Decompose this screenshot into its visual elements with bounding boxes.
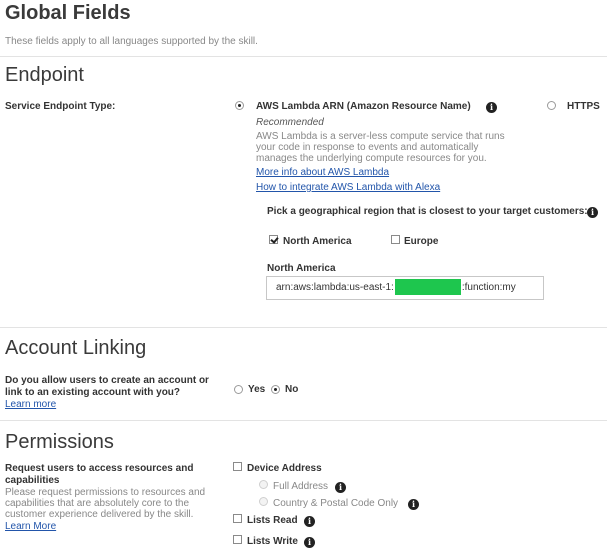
endpoint-heading: Endpoint [5, 64, 84, 86]
permissions-description: capabilities that are absolutely core to… [5, 498, 189, 509]
service-endpoint-type-label: Service Endpoint Type: [5, 101, 116, 112]
info-icon[interactable]: i [304, 537, 315, 548]
account-linking-learn-more-link[interactable]: Learn more [5, 399, 56, 410]
account-linking-heading: Account Linking [5, 337, 147, 359]
account-linking-question: link to an existing account with you? [5, 387, 181, 398]
permissions-label: capabilities [5, 475, 60, 486]
account-linking-question: Do you allow users to create an account … [5, 375, 209, 386]
country-postal-radio[interactable] [259, 497, 268, 506]
north-america-checkbox[interactable] [269, 235, 278, 244]
lambda-option-label: AWS Lambda ARN (Amazon Resource Name) [256, 101, 471, 112]
https-option-label: HTTPS [567, 101, 600, 112]
info-icon[interactable]: i [304, 516, 315, 527]
account-linking-yes-radio[interactable] [234, 385, 243, 394]
country-postal-label: Country & Postal Code Only [273, 498, 399, 509]
recommended-text: Recommended [256, 117, 324, 128]
lists-write-label: Lists Write [247, 536, 298, 547]
page-title: Global Fields [5, 2, 131, 24]
divider [0, 56, 607, 57]
info-icon[interactable]: i [408, 499, 419, 510]
lists-read-checkbox[interactable] [233, 514, 242, 523]
more-info-lambda-link[interactable]: More info about AWS Lambda [256, 167, 389, 178]
permissions-label: Request users to access resources and [5, 463, 194, 474]
arn-prefix: arn:aws:lambda:us-east-1: [276, 282, 394, 293]
account-linking-no-radio[interactable] [271, 385, 280, 394]
arn-input[interactable]: arn:aws:lambda:us-east-1: :function:my [266, 276, 544, 300]
full-address-label: Full Address [273, 481, 329, 492]
device-address-checkbox[interactable] [233, 462, 242, 471]
divider [0, 420, 607, 421]
no-label: No [285, 384, 299, 395]
lists-read-label: Lists Read [247, 515, 298, 526]
region-prompt: Pick a geographical region that is close… [267, 206, 588, 217]
lambda-description-line: manages the underlying compute resources… [256, 153, 487, 164]
info-icon[interactable]: i [587, 207, 598, 218]
north-america-label: North America [283, 236, 352, 247]
permissions-heading: Permissions [5, 431, 114, 453]
permissions-learn-more-link[interactable]: Learn More [5, 521, 56, 532]
info-icon[interactable]: i [335, 482, 346, 493]
integrate-lambda-link[interactable]: How to integrate AWS Lambda with Alexa [256, 182, 440, 193]
lambda-radio[interactable] [235, 101, 244, 110]
info-icon[interactable]: i [486, 102, 497, 113]
full-address-radio[interactable] [259, 480, 268, 489]
europe-label: Europe [404, 236, 439, 247]
lambda-description-line: AWS Lambda is a server-less compute serv… [256, 131, 505, 142]
permissions-description: customer experience delivered by the ski… [5, 509, 194, 520]
arn-suffix: :function:my [461, 282, 516, 293]
divider [0, 327, 607, 328]
permissions-description: Please request permissions to resources … [5, 487, 206, 498]
lists-write-checkbox[interactable] [233, 535, 242, 544]
lambda-description-line: your code in response to events and auto… [256, 142, 479, 153]
https-radio[interactable] [547, 101, 556, 110]
device-address-label: Device Address [247, 463, 322, 474]
page-subtitle: These fields apply to all languages supp… [5, 36, 258, 47]
europe-checkbox[interactable] [391, 235, 400, 244]
arn-region-label: North America [267, 263, 336, 274]
redaction-block [394, 279, 461, 296]
yes-label: Yes [248, 384, 266, 395]
